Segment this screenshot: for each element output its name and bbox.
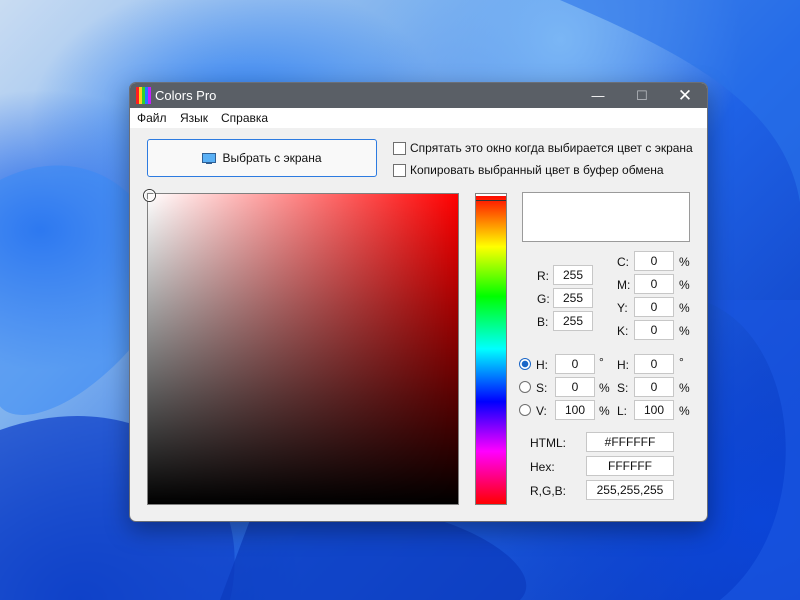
- c-unit: %: [679, 255, 690, 269]
- m-unit: %: [679, 278, 690, 292]
- minimize-button[interactable]: —: [576, 83, 620, 108]
- hsv-saturation-radio[interactable]: [519, 381, 531, 393]
- copy-to-clipboard-option[interactable]: Копировать выбранный цвет в буфер обмена: [393, 163, 664, 177]
- c-label: C:: [617, 255, 629, 269]
- copy-to-clipboard-label: Копировать выбранный цвет в буфер обмена: [410, 163, 664, 177]
- hsv-s-label: S:: [536, 381, 548, 395]
- hsv-v-label: V:: [536, 404, 547, 418]
- hue-slider-handle[interactable]: [476, 194, 506, 201]
- color-picker-cursor[interactable]: [144, 190, 155, 201]
- hsl-h-unit: °: [679, 355, 684, 369]
- hsl-s-input[interactable]: 0: [634, 377, 674, 397]
- b-input[interactable]: 255: [553, 311, 593, 331]
- y-label: Y:: [617, 301, 628, 315]
- hsv-s-input[interactable]: 0: [555, 377, 595, 397]
- g-label: G:: [537, 292, 550, 306]
- menu-file[interactable]: Файл: [137, 111, 167, 125]
- hsv-v-unit: %: [599, 404, 610, 418]
- html-code-input[interactable]: #FFFFFF: [586, 432, 674, 452]
- hsl-l-label: L:: [617, 404, 628, 418]
- k-unit: %: [679, 324, 690, 338]
- monitor-icon: [202, 152, 217, 164]
- menu-help[interactable]: Справка: [221, 111, 268, 125]
- c-input[interactable]: 0: [634, 251, 674, 271]
- pick-from-screen-label: Выбрать с экрана: [222, 151, 322, 165]
- hsv-h-input[interactable]: 0: [555, 354, 595, 374]
- r-input[interactable]: 255: [553, 265, 593, 285]
- hue-slider[interactable]: [475, 193, 507, 505]
- m-input[interactable]: 0: [634, 274, 674, 294]
- menu-bar: Файл Язык Справка: [130, 108, 707, 128]
- close-button[interactable]: ✕: [663, 83, 707, 108]
- hsv-s-unit: %: [599, 381, 610, 395]
- hex-code-input[interactable]: FFFFFF: [586, 456, 674, 476]
- g-input[interactable]: 255: [553, 288, 593, 308]
- hide-window-checkbox[interactable]: [393, 141, 406, 155]
- hide-window-option[interactable]: Спрятать это окно когда выбирается цвет …: [393, 141, 693, 155]
- color-preview-swatch: [522, 192, 690, 242]
- m-label: M:: [617, 278, 631, 292]
- y-unit: %: [679, 301, 690, 315]
- r-label: R:: [537, 269, 549, 283]
- hex-code-label: Hex:: [530, 460, 555, 474]
- colors-pro-window: Colors Pro — ☐ ✕ Файл Язык Справка Выбра…: [129, 82, 708, 522]
- title-bar[interactable]: Colors Pro — ☐ ✕: [130, 83, 707, 108]
- copy-to-clipboard-checkbox[interactable]: [393, 163, 406, 177]
- hsv-h-label: H:: [536, 358, 548, 372]
- hsl-l-unit: %: [679, 404, 690, 418]
- hsl-h-label: H:: [617, 358, 629, 372]
- hsl-s-label: S:: [617, 381, 629, 395]
- k-input[interactable]: 0: [634, 320, 674, 340]
- rainbow-app-icon: [136, 87, 151, 104]
- hsl-h-input[interactable]: 0: [634, 354, 674, 374]
- hide-window-label: Спрятать это окно когда выбирается цвет …: [410, 141, 693, 155]
- pick-from-screen-button[interactable]: Выбрать с экрана: [147, 139, 377, 177]
- y-input[interactable]: 0: [634, 297, 674, 317]
- hsl-s-unit: %: [679, 381, 690, 395]
- hsv-value-radio[interactable]: [519, 404, 531, 416]
- b-label: B:: [537, 315, 549, 329]
- rgb-code-input[interactable]: 255,255,255: [586, 480, 674, 500]
- window-title: Colors Pro: [155, 88, 217, 103]
- k-label: K:: [617, 324, 629, 338]
- hsv-v-input[interactable]: 100: [555, 400, 595, 420]
- menu-language[interactable]: Язык: [180, 111, 208, 125]
- hsl-l-input[interactable]: 100: [634, 400, 674, 420]
- rgb-code-label: R,G,B:: [530, 484, 567, 498]
- saturation-value-picker[interactable]: [144, 190, 459, 505]
- hsv-h-unit: °: [599, 355, 604, 369]
- maximize-button[interactable]: ☐: [620, 83, 664, 108]
- hsv-hue-radio[interactable]: [519, 358, 531, 370]
- html-code-label: HTML:: [530, 436, 566, 450]
